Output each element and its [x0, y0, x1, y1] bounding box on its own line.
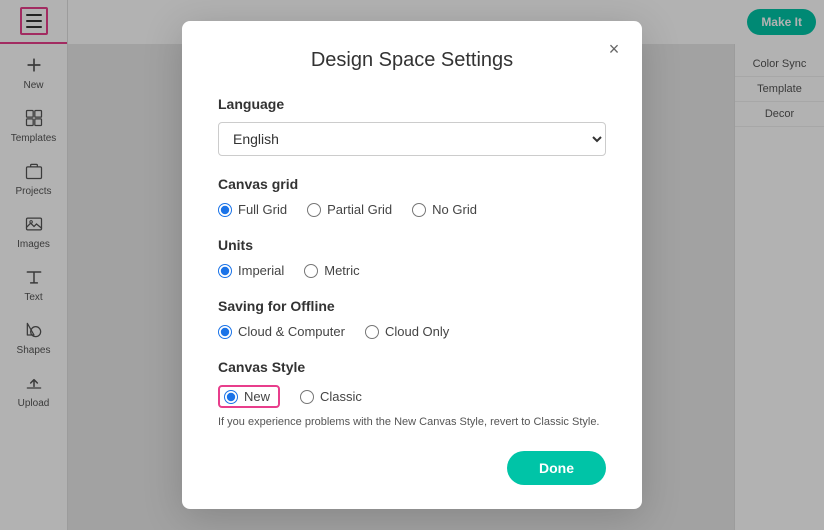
metric-label: Metric — [324, 263, 359, 278]
full-grid-label: Full Grid — [238, 202, 287, 217]
canvas-grid-section: Canvas grid Full Grid Partial Grid No Gr… — [218, 176, 606, 217]
cloud-only-radio[interactable] — [365, 325, 379, 339]
modal-title: Design Space Settings — [218, 49, 606, 72]
metric-radio[interactable] — [304, 264, 318, 278]
no-grid-radio[interactable] — [412, 203, 426, 217]
done-button[interactable]: Done — [507, 451, 606, 485]
units-label: Units — [218, 237, 606, 253]
cloud-computer-option[interactable]: Cloud & Computer — [218, 324, 345, 339]
canvas-style-section: Canvas Style New Classic If you experien… — [218, 359, 606, 431]
partial-grid-radio[interactable] — [307, 203, 321, 217]
settings-modal: × Design Space Settings Language English… — [182, 21, 642, 509]
imperial-option[interactable]: Imperial — [218, 263, 284, 278]
canvas-style-radio-group: New Classic — [218, 385, 606, 408]
partial-grid-label: Partial Grid — [327, 202, 392, 217]
units-radio-group: Imperial Metric — [218, 263, 606, 278]
new-radio-highlighted: New — [218, 385, 280, 408]
saving-offline-radio-group: Cloud & Computer Cloud Only — [218, 324, 606, 339]
saving-offline-label: Saving for Offline — [218, 298, 606, 314]
saving-offline-section: Saving for Offline Cloud & Computer Clou… — [218, 298, 606, 339]
language-select[interactable]: English Spanish French German — [218, 122, 606, 156]
full-grid-radio[interactable] — [218, 203, 232, 217]
units-section: Units Imperial Metric — [218, 237, 606, 278]
imperial-radio[interactable] — [218, 264, 232, 278]
new-style-radio[interactable] — [224, 390, 238, 404]
cloud-only-label: Cloud Only — [385, 324, 449, 339]
no-grid-label: No Grid — [432, 202, 477, 217]
classic-style-label: Classic — [320, 389, 362, 404]
classic-style-option[interactable]: Classic — [300, 389, 362, 404]
language-label: Language — [218, 96, 606, 112]
language-section: Language English Spanish French German — [218, 96, 606, 156]
close-button[interactable]: × — [602, 37, 626, 61]
no-grid-option[interactable]: No Grid — [412, 202, 477, 217]
new-style-option[interactable]: New — [218, 385, 280, 408]
cloud-computer-radio[interactable] — [218, 325, 232, 339]
canvas-style-note: If you experience problems with the New … — [218, 414, 606, 431]
modal-footer: Done — [218, 451, 606, 485]
new-style-label: New — [244, 389, 270, 404]
canvas-grid-label: Canvas grid — [218, 176, 606, 192]
classic-style-radio[interactable] — [300, 390, 314, 404]
canvas-style-label: Canvas Style — [218, 359, 606, 375]
cloud-computer-label: Cloud & Computer — [238, 324, 345, 339]
partial-grid-option[interactable]: Partial Grid — [307, 202, 392, 217]
modal-overlay: × Design Space Settings Language English… — [0, 0, 824, 530]
metric-option[interactable]: Metric — [304, 263, 359, 278]
cloud-only-option[interactable]: Cloud Only — [365, 324, 449, 339]
canvas-grid-radio-group: Full Grid Partial Grid No Grid — [218, 202, 606, 217]
full-grid-option[interactable]: Full Grid — [218, 202, 287, 217]
imperial-label: Imperial — [238, 263, 284, 278]
